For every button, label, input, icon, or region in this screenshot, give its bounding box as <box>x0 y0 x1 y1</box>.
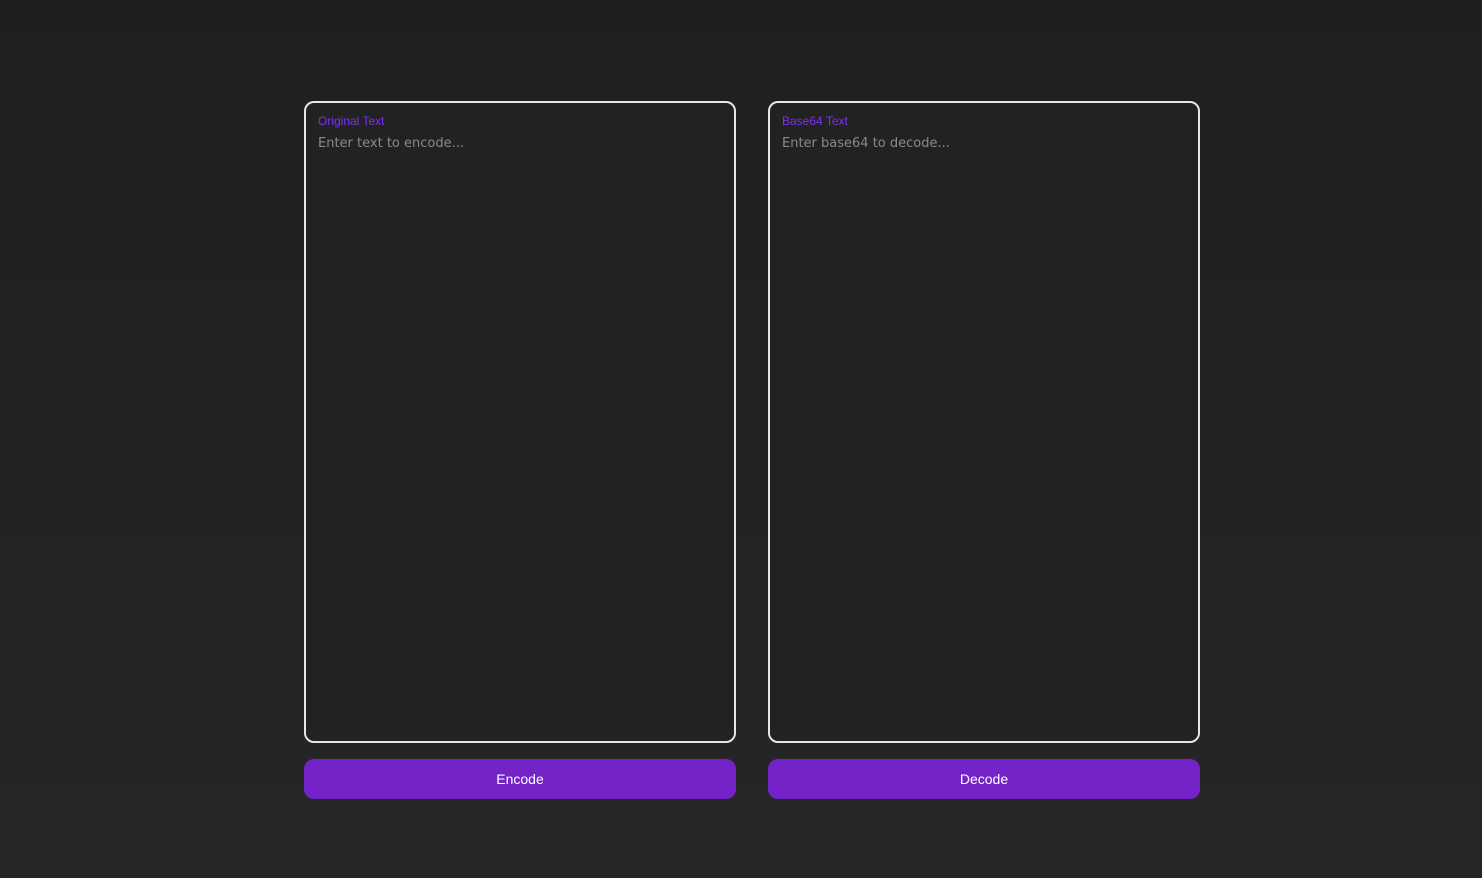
original-text-input[interactable] <box>318 135 722 729</box>
decode-button[interactable]: Decode <box>768 759 1200 799</box>
base64-text-label: Base64 Text <box>782 114 848 128</box>
encode-button[interactable]: Encode <box>304 759 736 799</box>
original-text-panel: Original Text <box>304 101 736 743</box>
original-text-label: Original Text <box>318 114 385 128</box>
base64-text-input[interactable] <box>782 135 1186 729</box>
base64-text-panel: Base64 Text <box>768 101 1200 743</box>
